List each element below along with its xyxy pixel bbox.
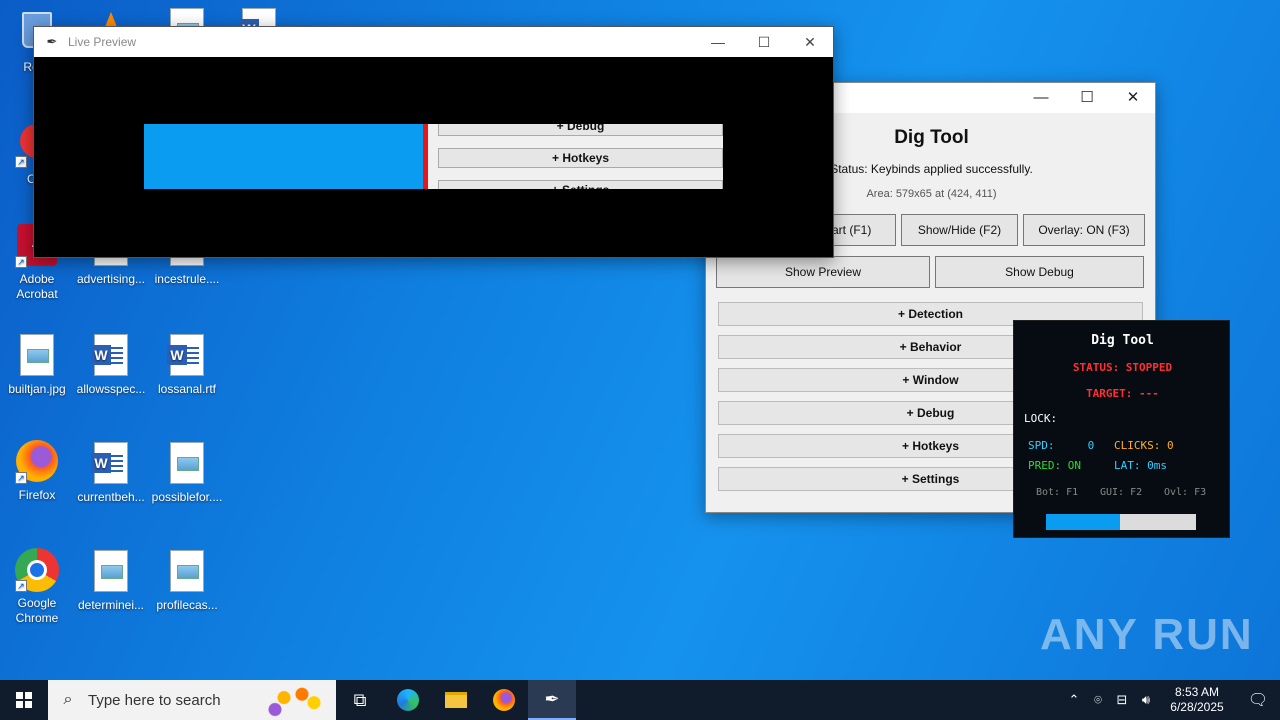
desktop-icon-file[interactable]: W allowsspec...: [74, 334, 148, 397]
preview-button: + Settings: [438, 180, 723, 189]
device-icon[interactable]: ⌾: [1086, 692, 1110, 708]
overlay-speed: SPD: 0: [1028, 439, 1095, 452]
overlay-preview-gray: [1120, 514, 1196, 530]
anyrun-watermark: ANY RUN: [1040, 610, 1254, 659]
desktop-icon-label: currentbeh...: [77, 490, 145, 504]
overlay-status: STATUS: STOPPED: [1072, 361, 1173, 374]
system-tray: ⌃ ⌾ ⊟ 🔊︎ 8:53 AM 6/28/2025 🗨︎: [1062, 680, 1280, 720]
desktop-icon-firefox[interactable]: ↗ Firefox: [0, 440, 74, 503]
desktop-icon-label: Adobe Acrobat: [16, 272, 58, 301]
desktop-icon-file[interactable]: profilecas...: [150, 550, 224, 613]
word-file-icon: W: [165, 334, 209, 378]
window-title: Live Preview: [68, 35, 137, 49]
chrome-icon: ↗: [15, 548, 59, 592]
overlay-lock: LOCK:: [1024, 412, 1058, 425]
desktop-icon-label: lossanal.rtf: [157, 382, 217, 396]
desktop-icon-label: possiblefor....: [151, 490, 223, 504]
minimize-icon[interactable]: —: [695, 27, 741, 57]
close-icon[interactable]: ✕: [787, 27, 833, 57]
task-view-icon[interactable]: ⧉: [336, 680, 384, 720]
image-file-icon: [165, 442, 209, 486]
show-debug-button[interactable]: Show Debug: [935, 256, 1144, 288]
desktop-icon-chrome[interactable]: ↗ Google Chrome: [0, 548, 74, 626]
desktop-icon-file[interactable]: possiblefor....: [150, 442, 224, 505]
overlay-prediction: PRED: ON: [1028, 459, 1081, 472]
live-preview-titlebar[interactable]: ✒ Live Preview — ☐ ✕: [34, 27, 833, 57]
shortcut-arrow-icon: ↗: [15, 156, 27, 168]
firefox-taskbar-icon[interactable]: [480, 680, 528, 720]
search-icon: ⌕: [63, 691, 73, 708]
search-input[interactable]: Type here to search: [88, 692, 221, 709]
taskbar-clock[interactable]: 8:53 AM 6/28/2025: [1158, 685, 1236, 715]
overlay-latency: LAT: 0ms: [1114, 459, 1167, 472]
firefox-icon: ↗: [15, 440, 59, 484]
desktop-icon-label: allowsspec...: [76, 382, 146, 396]
shortcut-arrow-icon: ↗: [15, 472, 27, 484]
overlay-key-ovl: Ovl: F3: [1164, 487, 1207, 498]
word-file-icon: W: [89, 334, 133, 378]
close-icon[interactable]: ✕: [1110, 83, 1156, 113]
maximize-icon[interactable]: ☐: [1064, 83, 1110, 113]
taskbar: ⌕ Type here to search ⧉ ✒ ⌃ ⌾ ⊟ 🔊︎ 8:53 …: [0, 680, 1280, 720]
desktop-icon-label: Google Chrome: [15, 596, 59, 625]
search-highlight-image: [266, 684, 326, 718]
desktop-icon-label: builtjan.jpg: [8, 382, 66, 396]
preview-capture-area: + Debug + Hotkeys + Settings: [144, 124, 723, 189]
desktop-icon-file[interactable]: determinei...: [74, 550, 148, 613]
desktop-icon-file[interactable]: W lossanal.rtf: [150, 334, 224, 397]
show-hide-button[interactable]: Show/Hide (F2): [901, 214, 1018, 246]
image-file-icon: [89, 550, 133, 594]
notifications-icon[interactable]: 🗨︎: [1236, 690, 1280, 710]
minimize-icon[interactable]: —: [1018, 83, 1064, 113]
image-file-icon: [165, 550, 209, 594]
desktop-icon-label: profilecas...: [156, 598, 218, 612]
clock-date: 6/28/2025: [1170, 700, 1224, 714]
maximize-icon[interactable]: ☐: [741, 27, 787, 57]
file-explorer-icon[interactable]: [432, 680, 480, 720]
show-preview-button[interactable]: Show Preview: [716, 256, 930, 288]
network-icon[interactable]: ⊟: [1110, 692, 1134, 708]
taskbar-search[interactable]: ⌕ Type here to search: [48, 680, 336, 720]
windows-logo-icon: [16, 692, 32, 708]
desktop-icon-label: determinei...: [77, 598, 145, 612]
overlay-clicks: CLICKS: 0: [1114, 439, 1174, 452]
feather-icon: ✒: [46, 34, 58, 49]
volume-icon[interactable]: 🔊︎: [1134, 692, 1158, 708]
status-overlay: Dig Tool STATUS: STOPPED TARGET: --- LOC…: [1013, 320, 1230, 538]
preview-blue-region: [144, 124, 423, 189]
overlay-key-bot: Bot: F1: [1036, 487, 1079, 498]
image-file-icon: [15, 334, 59, 378]
chevron-up-icon[interactable]: ⌃: [1062, 692, 1086, 708]
live-preview-window: ✒ Live Preview — ☐ ✕ + Debug + Hotkeys +…: [33, 26, 834, 258]
preview-strip: + Debug + Hotkeys + Settings: [428, 124, 723, 189]
desktop-icon-file[interactable]: W currentbeh...: [74, 442, 148, 505]
overlay-key-gui: GUI: F2: [1100, 487, 1143, 498]
preview-button: + Debug: [438, 124, 723, 136]
clock-time: 8:53 AM: [1174, 685, 1220, 699]
edge-icon[interactable]: [384, 680, 432, 720]
desktop-icon-label: advertising...: [76, 272, 146, 286]
feather-app-taskbar-icon[interactable]: ✒: [528, 680, 576, 720]
desktop-icon-label: Firefox: [18, 488, 56, 502]
start-button[interactable]: [0, 680, 48, 720]
desktop-icon-label: incestrule....: [154, 272, 220, 286]
word-file-icon: W: [89, 442, 133, 486]
overlay-title: Dig Tool: [1091, 333, 1154, 348]
overlay-preview-blue: [1046, 514, 1120, 530]
preview-button: + Hotkeys: [438, 148, 723, 168]
overlay-toggle-button[interactable]: Overlay: ON (F3): [1023, 214, 1145, 246]
shortcut-arrow-icon: ↗: [15, 256, 27, 268]
shortcut-arrow-icon: ↗: [15, 580, 27, 592]
overlay-target: TARGET: ---: [1086, 387, 1159, 400]
desktop-icon-file[interactable]: builtjan.jpg: [0, 334, 74, 397]
